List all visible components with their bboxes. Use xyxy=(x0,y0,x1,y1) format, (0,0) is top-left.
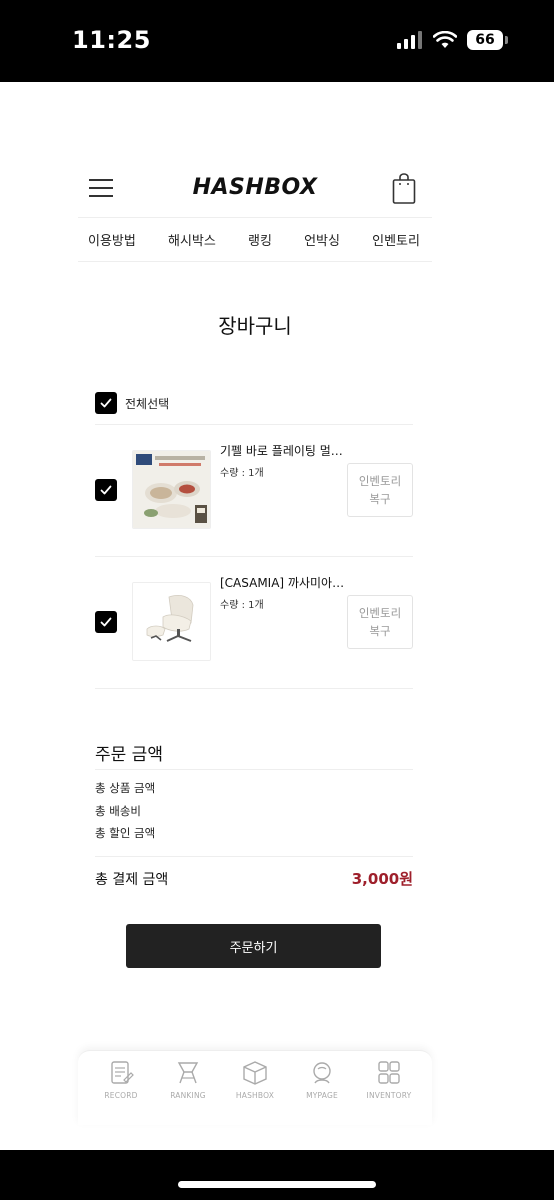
shipping-fee-label: 총 배송비 xyxy=(95,804,141,818)
page-title: 장바구니 xyxy=(218,314,292,338)
item-name[interactable]: 기펠 바로 플레이팅 멀… xyxy=(220,442,343,459)
tab-ranking[interactable]: RANKING xyxy=(155,1059,221,1125)
inventory-restore-button[interactable]: 인벤토리 복구 xyxy=(347,595,413,649)
discount-label: 총 할인 금액 xyxy=(95,826,156,840)
mypage-icon xyxy=(313,1062,331,1084)
select-all-label: 전체선택 xyxy=(125,396,170,411)
logo[interactable]: HASHBOX xyxy=(78,175,432,200)
restore-label-line2: 복구 xyxy=(369,624,391,638)
battery-level: 66 xyxy=(467,30,503,50)
restore-label-line2: 복구 xyxy=(369,492,391,506)
nav-item-ranking[interactable]: 랭킹 xyxy=(248,230,272,249)
check-icon xyxy=(100,617,112,627)
inventory-restore-button[interactable]: 인벤토리 복구 xyxy=(347,463,413,517)
tab-hashbox[interactable]: HASHBOX xyxy=(222,1059,288,1125)
status-indicators: 66 xyxy=(397,30,508,50)
item-name[interactable]: [CASAMIA] 까사미아… xyxy=(220,574,344,591)
restore-label-line1: 인벤토리 xyxy=(358,606,402,620)
select-all-checkbox[interactable] xyxy=(95,392,117,414)
product-image-plates[interactable] xyxy=(132,450,211,529)
status-bar: 11:25 66 xyxy=(0,0,554,82)
plates-image xyxy=(133,451,210,528)
nav-item-unboxing[interactable]: 언박싱 xyxy=(304,230,340,249)
divider xyxy=(95,556,413,557)
cart-item: [CASAMIA] 까사미아… 수량 : 1개 인벤토리 복구 xyxy=(95,568,413,688)
divider xyxy=(95,856,413,857)
tab-label: RECORD xyxy=(104,1091,138,1100)
tab-label: RANKING xyxy=(170,1091,206,1100)
home-indicator[interactable] xyxy=(178,1181,376,1188)
divider xyxy=(95,769,413,770)
cart-item: 기펠 바로 플레이팅 멀… 수량 : 1개 인벤토리 복구 xyxy=(95,436,413,556)
select-all: 전체선택 xyxy=(95,392,169,414)
tab-record[interactable]: RECORD xyxy=(88,1059,154,1125)
divider xyxy=(95,424,413,425)
item-checkbox[interactable] xyxy=(95,479,117,501)
restore-label-line1: 인벤토리 xyxy=(358,474,402,488)
tab-label: MYPAGE xyxy=(306,1091,338,1100)
order-summary-title: 주문 금액 xyxy=(95,745,163,765)
order-button[interactable]: 주문하기 xyxy=(126,924,381,968)
nav-item-hashbox[interactable]: 해시박스 xyxy=(168,230,216,249)
payment-total-label: 총 결제 금액 xyxy=(95,872,169,888)
status-time: 11:25 xyxy=(72,26,151,54)
divider xyxy=(95,688,413,689)
shopping-bag-icon[interactable] xyxy=(392,173,416,205)
check-icon xyxy=(100,485,112,495)
nav-item-inventory[interactable]: 인벤토리 xyxy=(372,230,420,249)
item-checkbox[interactable] xyxy=(95,611,117,633)
item-quantity: 수량 : 1개 xyxy=(220,468,264,479)
bottom-tab-bar: RECORD RANKING HASHBOX MYPAGE INVENTORY xyxy=(78,1050,432,1125)
check-icon xyxy=(100,398,112,408)
nav-item-guide[interactable]: 이용방법 xyxy=(88,230,136,249)
record-icon xyxy=(111,1061,134,1084)
tab-label: HASHBOX xyxy=(235,1091,275,1100)
wifi-icon xyxy=(433,31,457,48)
signal-icon xyxy=(397,31,422,49)
box-icon xyxy=(243,1061,267,1085)
payment-total-value: 3,000원 xyxy=(351,870,413,888)
inventory-icon xyxy=(378,1061,400,1084)
item-quantity: 수량 : 1개 xyxy=(220,600,264,611)
battery-indicator: 66 xyxy=(467,30,508,50)
tab-mypage[interactable]: MYPAGE xyxy=(289,1059,355,1125)
battery-tip xyxy=(505,36,508,44)
ranking-icon xyxy=(177,1062,199,1084)
product-image-chair[interactable] xyxy=(132,582,211,661)
tab-inventory[interactable]: INVENTORY xyxy=(356,1059,422,1125)
tab-label: INVENTORY xyxy=(366,1091,412,1100)
main-nav: 이용방법 해시박스 랭킹 언박싱 인벤토리 xyxy=(78,217,432,262)
product-total-label: 총 상품 금액 xyxy=(95,781,156,795)
system-bottom-bar xyxy=(0,1150,554,1200)
app-header: HASHBOX xyxy=(78,165,432,217)
chair-image xyxy=(133,583,210,660)
